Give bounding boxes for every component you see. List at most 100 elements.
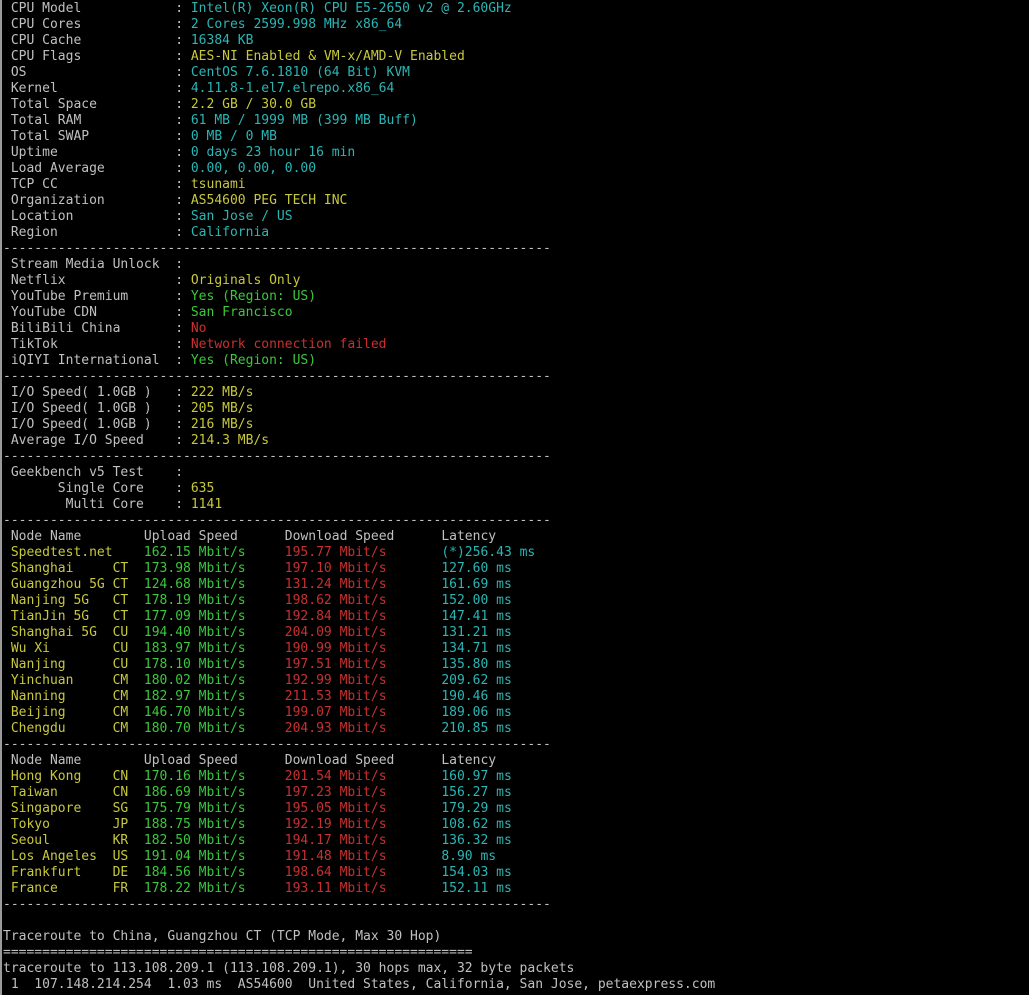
upload-speed: 178.19 Mbit/s: [143, 593, 285, 608]
speed-table-row: Hong Kong CN 170.16 Mbit/s 201.54 Mbit/s…: [3, 769, 1027, 785]
speed-table-row: Speedtest.net 162.15 Mbit/s 195.77 Mbit/…: [3, 545, 1027, 561]
field-value: 214.3 MB/s: [190, 433, 270, 448]
field-separator: :: [175, 353, 191, 368]
field-label: CPU Model: [3, 1, 176, 16]
system-info-row: Load Average : 0.00, 0.00, 0.00: [3, 161, 1027, 177]
field-label: Netflix: [3, 273, 176, 288]
column-node-name: Node Name: [3, 753, 144, 768]
field-label: YouTube Premium: [3, 289, 176, 304]
geekbench-header-row: Geekbench v5 Test :: [3, 465, 1027, 481]
field-value: 2.2 GB / 30.0 GB: [190, 97, 317, 112]
download-speed: 193.11 Mbit/s: [284, 881, 442, 896]
download-speed: 199.07 Mbit/s: [284, 705, 442, 720]
upload-speed: 184.56 Mbit/s: [143, 865, 285, 880]
section-divider: ----------------------------------------…: [3, 449, 1027, 465]
field-value: 2 Cores 2599.998 MHz x86_64: [190, 17, 403, 32]
download-speed: 195.77 Mbit/s: [284, 545, 442, 560]
upload-speed: 180.70 Mbit/s: [143, 721, 285, 736]
node-name: Nanjing CU: [3, 657, 144, 672]
node-name: Frankfurt DE: [3, 865, 144, 880]
speed-table-header: Node Name Upload Speed Download Speed La…: [3, 753, 1027, 769]
field-label: CPU Cores: [3, 17, 176, 32]
geekbench-header-separator: :: [175, 465, 184, 480]
system-info-row: TCP CC : tsunami: [3, 177, 1027, 193]
upload-speed: 177.09 Mbit/s: [143, 609, 285, 624]
geekbench-header-label: Geekbench v5 Test: [3, 465, 176, 480]
system-info-row: OS : CentOS 7.6.1810 (64 Bit) KVM: [3, 65, 1027, 81]
field-value: 4.11.8-1.el7.elrepo.x86_64: [190, 81, 395, 96]
field-separator: :: [175, 497, 191, 512]
field-value: 16384 KB: [190, 33, 254, 48]
field-separator: :: [175, 337, 191, 352]
field-label: YouTube CDN: [3, 305, 176, 320]
field-separator: :: [175, 321, 191, 336]
field-label: Load Average: [3, 161, 176, 176]
field-separator: :: [175, 81, 191, 96]
field-label: TCP CC: [3, 177, 176, 192]
latency-value: 154.03 ms: [441, 865, 512, 880]
column-latency: Latency: [441, 529, 497, 544]
upload-speed: 188.75 Mbit/s: [143, 817, 285, 832]
upload-speed: 182.50 Mbit/s: [143, 833, 285, 848]
field-separator: :: [175, 433, 191, 448]
field-label: Region: [3, 225, 176, 240]
download-speed: 197.23 Mbit/s: [284, 785, 442, 800]
node-name: Singapore SG: [3, 801, 144, 816]
speed-table-row: Seoul KR 182.50 Mbit/s 194.17 Mbit/s 136…: [3, 833, 1027, 849]
traceroute-title-text: Traceroute to China, Guangzhou CT (TCP M…: [3, 929, 442, 944]
section-divider: ----------------------------------------…: [3, 897, 1027, 913]
download-speed: 191.48 Mbit/s: [284, 849, 442, 864]
field-value: Network connection failed: [190, 337, 387, 352]
speed-table-row: TianJin 5G CT 177.09 Mbit/s 192.84 Mbit/…: [3, 609, 1027, 625]
field-value: 222 MB/s: [190, 385, 254, 400]
field-value: California: [190, 225, 270, 240]
section-divider: ----------------------------------------…: [3, 737, 1027, 753]
speed-table-row: Singapore SG 175.79 Mbit/s 195.05 Mbit/s…: [3, 801, 1027, 817]
terminal-window[interactable]: CPU Model : Intel(R) Xeon(R) CPU E5-2650…: [0, 0, 1027, 995]
upload-speed: 146.70 Mbit/s: [143, 705, 285, 720]
download-speed: 201.54 Mbit/s: [284, 769, 442, 784]
field-label: Total SWAP: [3, 129, 176, 144]
node-name: Seoul KR: [3, 833, 144, 848]
traceroute-title: Traceroute to China, Guangzhou CT (TCP M…: [3, 929, 1027, 945]
system-info-row: Uptime : 0 days 23 hour 16 min: [3, 145, 1027, 161]
field-value: 216 MB/s: [190, 417, 254, 432]
node-name: France FR: [3, 881, 144, 896]
latency-value: 160.97 ms: [441, 769, 512, 784]
field-separator: :: [175, 113, 191, 128]
field-label: Single Core: [3, 481, 176, 496]
field-separator: :: [175, 305, 191, 320]
field-separator: :: [175, 481, 191, 496]
field-value: AES-NI Enabled & VM-x/AMD-V Enabled: [190, 49, 465, 64]
field-separator: :: [175, 193, 191, 208]
latency-value: 134.71 ms: [441, 641, 512, 656]
section-divider: ----------------------------------------…: [3, 369, 1027, 385]
system-info-row: Total Space : 2.2 GB / 30.0 GB: [3, 97, 1027, 113]
node-name: Taiwan CN: [3, 785, 144, 800]
system-info-row: CPU Cache : 16384 KB: [3, 33, 1027, 49]
field-value: Yes (Region: US): [190, 353, 317, 368]
latency-value: 136.32 ms: [441, 833, 512, 848]
stream-item-row: BiliBili China : No: [3, 321, 1027, 337]
speed-table-row: Wu Xi CU 183.97 Mbit/s 190.99 Mbit/s 134…: [3, 641, 1027, 657]
field-separator: :: [175, 273, 191, 288]
latency-value: 108.62 ms: [441, 817, 512, 832]
field-label: BiliBili China: [3, 321, 176, 336]
latency-value: 152.11 ms: [441, 881, 512, 896]
geekbench-score-row: Single Core : 635: [3, 481, 1027, 497]
field-separator: :: [175, 49, 191, 64]
field-value: 61 MB / 1999 MB (399 MB Buff): [190, 113, 418, 128]
download-speed: 190.99 Mbit/s: [284, 641, 442, 656]
field-separator: :: [175, 177, 191, 192]
upload-speed: 175.79 Mbit/s: [143, 801, 285, 816]
io-speed-row: I/O Speed( 1.0GB ) : 216 MB/s: [3, 417, 1027, 433]
traceroute-hop: 1 107.148.214.254 1.03 ms AS54600 United…: [3, 977, 1027, 993]
upload-speed: 191.04 Mbit/s: [143, 849, 285, 864]
speed-table-row: Shanghai CT 173.98 Mbit/s 197.10 Mbit/s …: [3, 561, 1027, 577]
section-divider: ----------------------------------------…: [3, 513, 1027, 529]
node-name: Chengdu CM: [3, 721, 144, 736]
field-separator: :: [175, 225, 191, 240]
download-speed: 192.19 Mbit/s: [284, 817, 442, 832]
stream-item-row: iQIYI International : Yes (Region: US): [3, 353, 1027, 369]
